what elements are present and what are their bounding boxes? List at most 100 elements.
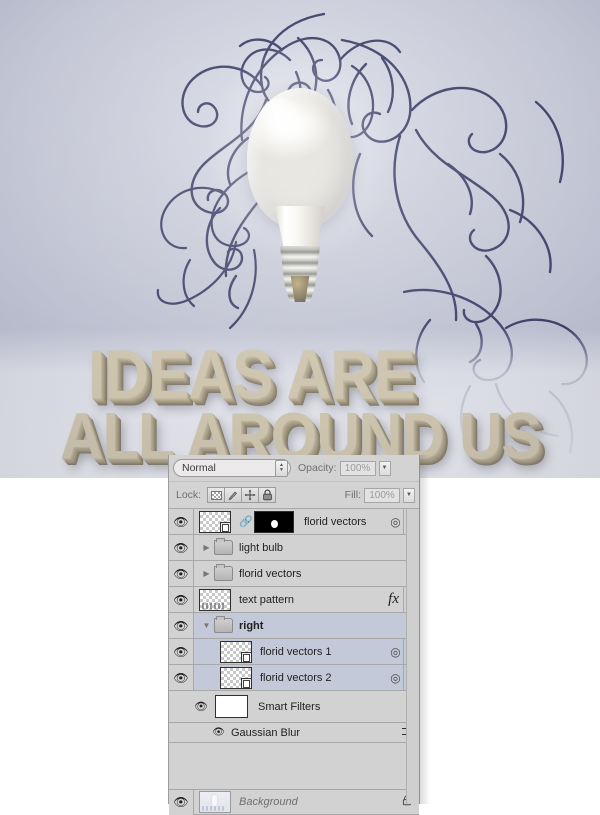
visibility-toggle[interactable]: 👁 xyxy=(169,561,194,586)
layer-name: florid vectors xyxy=(304,515,367,528)
lock-all-button[interactable] xyxy=(258,487,277,503)
visibility-toggle[interactable]: 👁 xyxy=(169,639,194,664)
panel-drop-shadow xyxy=(420,455,430,804)
layer-name: florid vectors 1 xyxy=(260,645,332,658)
smart-object-badge-icon: ◎ xyxy=(390,644,401,659)
layer-thumbnail[interactable] xyxy=(199,791,231,813)
fill-input[interactable]: 100% xyxy=(364,487,400,503)
lock-image-pixels-button[interactable] xyxy=(224,487,243,503)
smart-filters-label: Smart Filters xyxy=(258,700,321,713)
layer-row-body[interactable]: florid vectors 1 xyxy=(194,639,388,664)
folder-icon xyxy=(214,616,233,633)
fill-label: Fill: xyxy=(344,489,361,501)
gaussian-blur-label: Gaussian Blur xyxy=(231,726,301,739)
visibility-toggle[interactable]: 👁 xyxy=(169,613,194,638)
layer-row-right-group[interactable]: 👁 ▼ right xyxy=(169,613,419,639)
layers-panel: Normal ▲ ▼ Opacity: 100% ▼ Lock: Fill: 1… xyxy=(168,455,420,815)
opacity-label: Opacity: xyxy=(298,462,337,474)
smart-object-badge-icon xyxy=(241,651,252,663)
triangle-right-icon[interactable]: ▶ xyxy=(199,543,214,552)
eye-icon: 👁 xyxy=(173,540,189,555)
eye-icon: 👁 xyxy=(173,795,189,809)
layer-name: right xyxy=(239,619,264,632)
lock-button-group xyxy=(207,487,277,503)
visibility-toggle[interactable]: 👁 xyxy=(169,665,194,690)
triangle-down-icon[interactable]: ▼ xyxy=(199,621,214,630)
layer-row-body[interactable]: text pattern xyxy=(194,587,386,612)
artwork-canvas: IDEAS ARE ALL AROUND US xyxy=(0,0,600,478)
layer-list-empty-space xyxy=(169,743,419,789)
fill-chevron-down-icon[interactable]: ▼ xyxy=(403,487,415,503)
move-cross-icon xyxy=(244,489,256,501)
layer-row-florid-vectors-group[interactable]: 👁 ▶ florid vectors xyxy=(169,561,419,587)
eye-icon: 👁 xyxy=(173,514,189,529)
layer-row-florid-vectors-1[interactable]: 👁 florid vectors 1 ◎ ▼ xyxy=(169,639,419,665)
layer-name: florid vectors xyxy=(239,567,302,580)
layer-row-body[interactable]: florid vectors 2 xyxy=(194,665,388,690)
layer-row-florid-vectors-2[interactable]: 👁 florid vectors 2 ◎ ▲ xyxy=(169,665,419,691)
smart-object-badge-icon: ◎ xyxy=(390,670,401,685)
layer-name: light bulb xyxy=(239,541,284,554)
padlock-icon xyxy=(262,489,272,501)
visibility-toggle[interactable]: 👁 xyxy=(169,535,194,560)
layer-row-florid-vectors-masked[interactable]: 👁 🔗 florid vectors ◎ ▼ xyxy=(169,509,419,535)
layer-row-text-pattern[interactable]: 👁 text pattern fx ▼ xyxy=(169,587,419,613)
layer-row-body[interactable]: 🔗 florid vectors xyxy=(194,509,388,534)
layer-row-body[interactable]: ▼ right xyxy=(194,613,419,638)
folder-icon xyxy=(214,538,233,555)
smart-object-badge-icon xyxy=(241,677,252,689)
layer-name: florid vectors 2 xyxy=(260,671,332,684)
lock-label: Lock: xyxy=(176,489,202,501)
layer-row-body[interactable]: ▶ florid vectors xyxy=(194,561,419,586)
florid-swirl-ornament-right xyxy=(330,24,580,364)
layer-thumbnail[interactable] xyxy=(220,640,252,663)
lock-transparent-pixels-button[interactable] xyxy=(207,487,226,503)
fill-control: Fill: 100% ▼ xyxy=(344,487,415,503)
bulb-screw-base xyxy=(279,246,321,302)
layer-row-right: ◎ xyxy=(388,509,403,534)
stepper-up-down-icon[interactable]: ▲ ▼ xyxy=(275,459,288,477)
gaussian-blur-visibility-toggle[interactable]: 👁 xyxy=(169,727,231,738)
layer-row-body[interactable]: ▶ light bulb xyxy=(194,535,419,560)
layer-effects-fx-icon[interactable]: fx xyxy=(386,591,403,608)
blend-mode-select[interactable]: Normal ▲ ▼ xyxy=(173,459,291,477)
smart-object-badge-icon: ◎ xyxy=(390,514,401,529)
smart-filter-gaussian-blur-row[interactable]: 👁 Gaussian Blur xyxy=(169,723,419,743)
layer-thumbnail[interactable] xyxy=(220,666,252,689)
layer-row-background[interactable]: 👁 Background xyxy=(169,789,419,815)
vertical-scrollbar[interactable] xyxy=(406,509,419,804)
link-chain-icon[interactable]: 🔗 xyxy=(239,515,253,528)
opacity-input[interactable]: 100% xyxy=(339,460,376,476)
visibility-toggle[interactable]: 👁 xyxy=(169,789,194,815)
folder-icon xyxy=(214,564,233,581)
layer-row-body[interactable]: Background xyxy=(194,790,419,814)
blend-mode-value: Normal xyxy=(182,462,216,474)
layer-name: Background xyxy=(239,796,298,808)
light-bulb-illustration xyxy=(195,48,405,306)
lock-position-button[interactable] xyxy=(241,487,260,503)
layer-thumbnail[interactable] xyxy=(199,588,231,611)
opacity-chevron-down-icon[interactable]: ▼ xyxy=(378,460,391,476)
opacity-control: Opacity: 100% ▼ xyxy=(298,460,391,476)
layer-row-right: fx xyxy=(386,587,403,612)
layer-row-right: ◎ xyxy=(388,639,403,664)
brush-icon xyxy=(228,491,238,501)
visibility-toggle[interactable]: 👁 xyxy=(169,509,194,534)
smart-filters-visibility-toggle[interactable]: 👁 xyxy=(169,700,215,713)
smart-filters-row[interactable]: 👁 Smart Filters xyxy=(169,691,419,723)
eye-icon: 👁 xyxy=(173,670,189,685)
eye-icon: 👁 xyxy=(173,618,189,633)
layer-thumbnail[interactable] xyxy=(199,510,231,533)
layer-row-right: ◎ xyxy=(388,665,403,690)
triangle-right-icon[interactable]: ▶ xyxy=(199,569,214,578)
lock-row: Lock: Fill: 100% ▼ xyxy=(169,482,419,509)
eye-icon: 👁 xyxy=(173,566,189,581)
visibility-toggle[interactable]: 👁 xyxy=(169,587,194,612)
layer-mask-thumbnail[interactable] xyxy=(254,510,294,533)
layer-row-light-bulb-group[interactable]: 👁 ▶ light bulb xyxy=(169,535,419,561)
eye-icon: 👁 xyxy=(173,644,189,659)
eye-icon: 👁 xyxy=(173,592,189,607)
smart-filters-mask-thumbnail[interactable] xyxy=(215,695,248,718)
layer-list: 👁 🔗 florid vectors ◎ ▼ 👁 ▶ xyxy=(169,509,419,815)
checkerboard-icon xyxy=(210,490,222,500)
